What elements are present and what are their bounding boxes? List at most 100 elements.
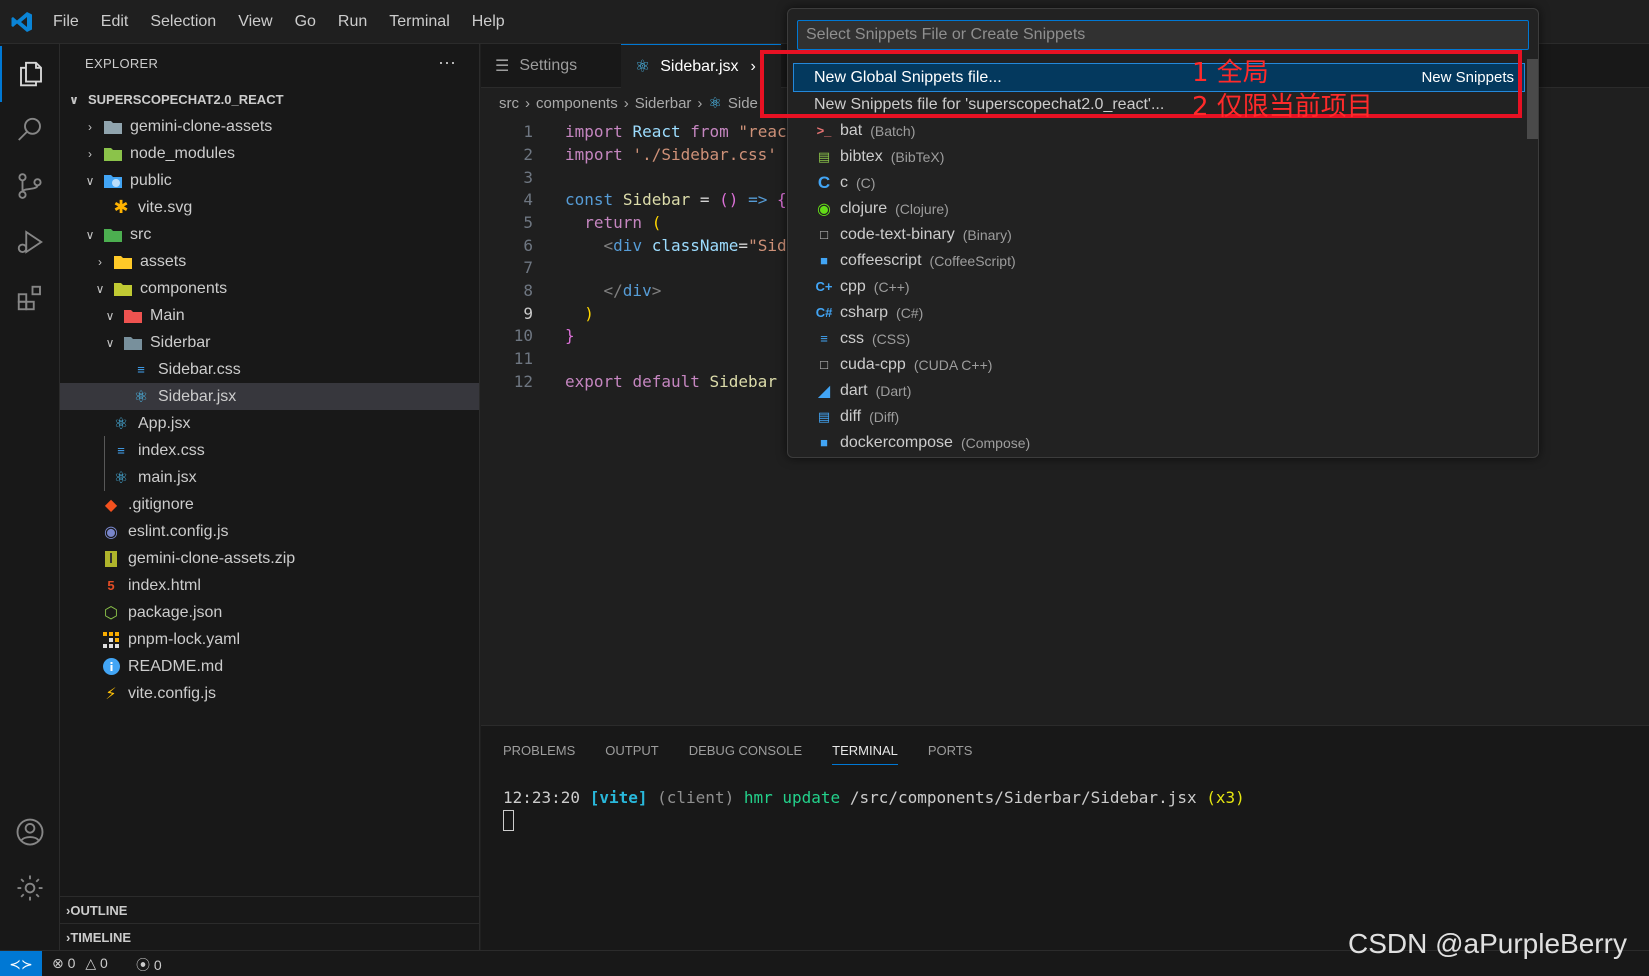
menu-help[interactable]: Help — [461, 0, 516, 44]
close-icon[interactable]: › — [751, 58, 756, 76]
tab-output[interactable]: OUTPUT — [605, 743, 658, 765]
explorer-button[interactable] — [0, 46, 60, 102]
language-item-css[interactable]: ≡ css (CSS) — [794, 325, 1524, 352]
svg-file-icon: ✱ — [113, 197, 129, 217]
tree-item-node-modules[interactable]: › node_modules — [60, 140, 479, 167]
workspace-root[interactable]: ∨ SUPERSCOPECHAT2.0_REACT — [60, 86, 479, 113]
code-token: ( — [651, 213, 662, 232]
tree-item-index-html[interactable]: 5 index.html — [60, 572, 479, 599]
line-number: 7 — [523, 258, 533, 277]
tree-item-label: index.html — [128, 576, 201, 594]
language-desc: (C++) — [873, 278, 910, 295]
more-actions-icon[interactable]: ··· — [438, 52, 456, 73]
tree-item-zip[interactable]: gemini-clone-assets.zip — [60, 545, 479, 572]
terminal-output[interactable]: 12:23:20 [vite] (client) hmr update /src… — [503, 788, 1245, 807]
tree-item-index-css[interactable]: ≡ index.css — [60, 437, 479, 464]
line-number: 10 — [513, 326, 533, 345]
chevron-right-icon: › — [88, 119, 92, 134]
language-item-c[interactable]: Cc (C) — [794, 169, 1524, 196]
tree-item-package-json[interactable]: ⬡ package.json — [60, 599, 479, 626]
language-item-code-text-binary[interactable]: □ code-text-binary (Binary) — [794, 221, 1524, 248]
remote-button[interactable]: ≺≻ — [0, 951, 42, 976]
code-token: Sidebar — [709, 372, 777, 391]
timeline-section[interactable]: › TIMELINE — [60, 923, 479, 950]
language-item-dart[interactable]: ◢ dart (Dart) — [794, 377, 1524, 404]
tree-item-pnpm-lock[interactable]: pnpm-lock.yaml — [60, 626, 479, 653]
node-file-icon: ⬡ — [104, 604, 118, 622]
code-token: import — [565, 122, 623, 141]
tree-item-siderbar[interactable]: ∨ Siderbar — [60, 329, 479, 356]
run-debug-button[interactable] — [0, 214, 60, 270]
menu-go[interactable]: Go — [284, 0, 327, 44]
language-name: csharp — [840, 303, 889, 321]
tree-item-app-jsx[interactable]: ⚛ App.jsx — [60, 410, 479, 437]
tree-item-eslint-config[interactable]: ◉ eslint.config.js — [60, 518, 479, 545]
manage-button[interactable] — [0, 860, 60, 916]
language-item-clojure[interactable]: ◉ clojure (Clojure) — [794, 195, 1524, 222]
menu-run[interactable]: Run — [327, 0, 378, 44]
tab-sidebar-jsx[interactable]: ⚛ Sidebar.jsx › — [621, 44, 781, 88]
tab-label: Sidebar.jsx — [660, 57, 739, 75]
tree-item-readme[interactable]: README.md — [60, 653, 479, 680]
language-item-cpp[interactable]: C+ cpp (C++) — [794, 273, 1524, 300]
tab-problems[interactable]: PROBLEMS — [503, 743, 575, 765]
breadcrumb-file[interactable]: Side — [728, 95, 758, 112]
menu-view[interactable]: View — [227, 0, 283, 44]
breadcrumb: src › components › Siderbar › ⚛ Side — [499, 92, 758, 114]
language-item-dockercompose[interactable]: ■ dockercompose (Compose) — [794, 429, 1524, 456]
settings-tab-icon: ☰ — [495, 58, 510, 75]
outline-section[interactable]: › OUTLINE — [60, 896, 479, 923]
language-name: dockercompose — [840, 433, 953, 451]
tree-item-gitignore[interactable]: ◆ .gitignore — [60, 491, 479, 518]
tree-item-public[interactable]: ∨ public — [60, 167, 479, 194]
tree-item-main[interactable]: ∨ Main — [60, 302, 479, 329]
css-file-icon: ≡ — [117, 443, 125, 458]
language-item-coffeescript[interactable]: ■ coffeescript (CoffeeScript) — [794, 247, 1524, 274]
chevron-down-icon: ∨ — [95, 281, 105, 296]
tree-item-label: src — [130, 225, 152, 243]
tree-item-sidebar-jsx[interactable]: ⚛ Sidebar.jsx — [60, 383, 479, 410]
tree-item-label: pnpm-lock.yaml — [128, 630, 241, 648]
accounts-button[interactable] — [0, 804, 60, 860]
language-name: cuda-cpp — [840, 355, 906, 373]
coffee-icon: ■ — [820, 253, 828, 268]
quick-pick-input[interactable] — [797, 20, 1529, 50]
language-desc: (CUDA C++) — [913, 356, 993, 373]
language-item-bat[interactable]: >_ bat (Batch) — [794, 117, 1524, 144]
tree-item-src[interactable]: ∨ src — [60, 221, 479, 248]
folder-src-icon — [104, 226, 122, 244]
tree-item-assets[interactable]: › assets — [60, 248, 479, 275]
menu-edit[interactable]: Edit — [90, 0, 140, 44]
menu-selection[interactable]: Selection — [139, 0, 227, 44]
tree-item-gemini-clone-assets[interactable]: › gemini-clone-assets — [60, 113, 479, 140]
tab-ports[interactable]: PORTS — [928, 743, 973, 765]
tree-item-components[interactable]: ∨ components — [60, 275, 479, 302]
menu-bar: File Edit Selection View Go Run Terminal… — [42, 0, 516, 44]
language-item-diff[interactable]: ▤ diff (Diff) — [794, 403, 1524, 430]
quick-pick-scrollbar[interactable] — [1527, 59, 1538, 139]
tab-debug-console[interactable]: DEBUG CONSOLE — [689, 743, 802, 765]
breadcrumb-components[interactable]: components — [536, 95, 618, 112]
language-desc: (Dart) — [875, 382, 912, 399]
run-debug-icon — [17, 230, 43, 254]
source-control-button[interactable] — [0, 158, 60, 214]
tree-item-sidebar-css[interactable]: ≡ Sidebar.css — [60, 356, 479, 383]
menu-file[interactable]: File — [42, 0, 90, 44]
language-item-cuda-cpp[interactable]: □ cuda-cpp (CUDA C++) — [794, 351, 1524, 378]
tab-terminal[interactable]: TERMINAL — [832, 743, 898, 765]
tab-settings[interactable]: ☰ Settings — [481, 44, 621, 88]
code-token: import — [565, 145, 623, 164]
tree-item-main-jsx[interactable]: ⚛ main.jsx — [60, 464, 479, 491]
ports-status[interactable]: ⦿ 0 — [136, 955, 162, 975]
menu-terminal[interactable]: Terminal — [378, 0, 460, 44]
extensions-button[interactable] — [0, 270, 60, 326]
breadcrumb-siderbar[interactable]: Siderbar — [635, 95, 692, 112]
chevron-down-icon: ∨ — [85, 227, 95, 242]
language-item-bibtex[interactable]: ▤ bibtex (BibTeX) — [794, 143, 1524, 170]
search-button[interactable] — [0, 102, 60, 158]
breadcrumb-src[interactable]: src — [499, 95, 519, 112]
tree-item-vite-config[interactable]: ⚡ vite.config.js — [60, 680, 479, 707]
tree-item-vite-svg[interactable]: ✱ vite.svg — [60, 194, 479, 221]
problems-status[interactable]: ⊗ 0 △ 0 — [52, 955, 108, 972]
language-item-csharp[interactable]: C# csharp (C#) — [794, 299, 1524, 326]
